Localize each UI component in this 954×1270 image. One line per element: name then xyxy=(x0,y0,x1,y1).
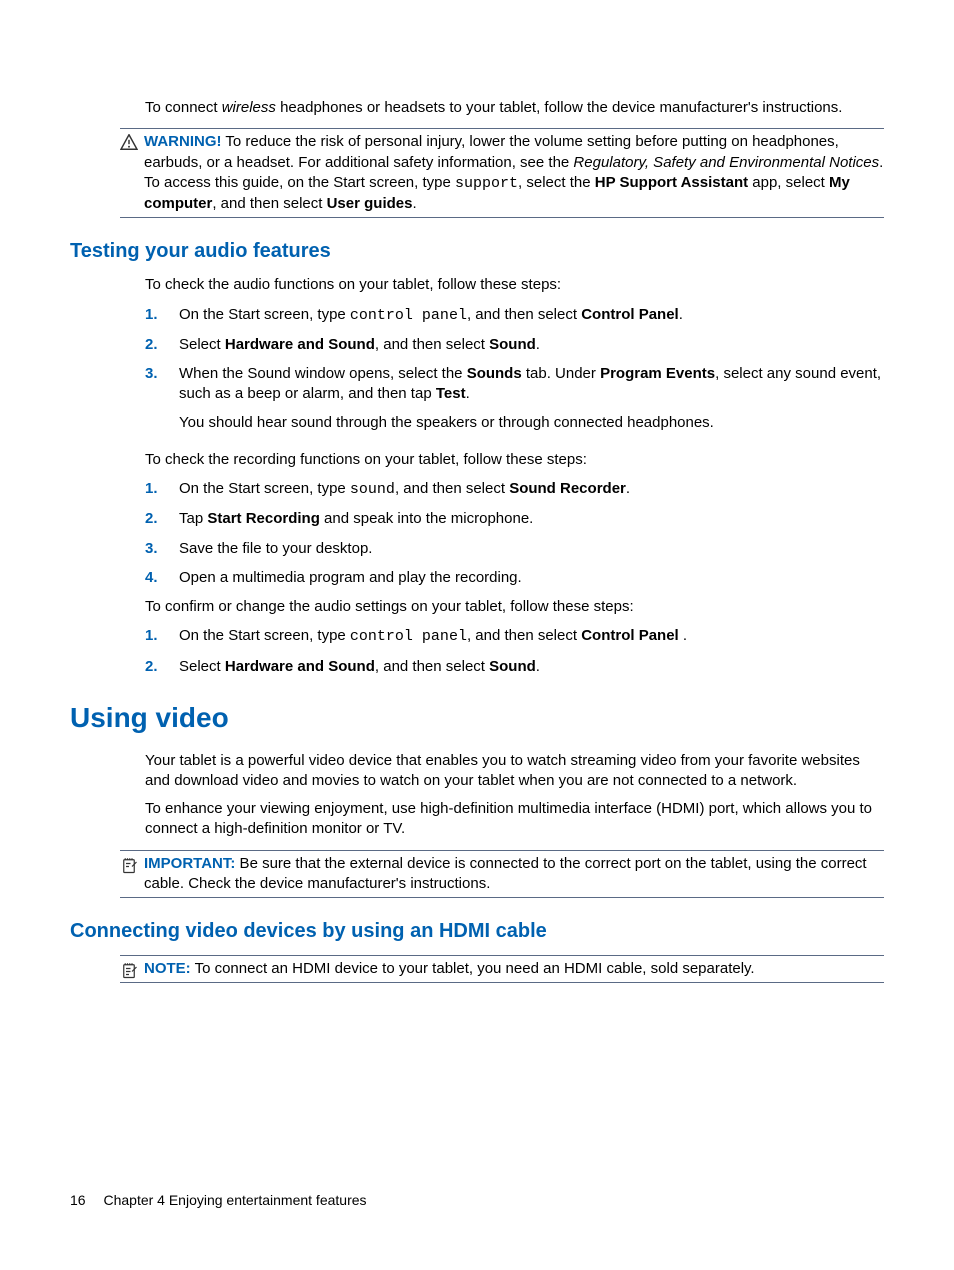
heading-connecting-hdmi: Connecting video devices by using an HDM… xyxy=(70,918,884,945)
important-callout: IMPORTANT: Be sure that the external dev… xyxy=(120,850,884,899)
note-callout: NOTE: To connect an HDMI device to your … xyxy=(120,955,884,983)
list-item: 4. Open a multimedia program and play th… xyxy=(145,568,884,588)
list-item: 3. When the Sound window opens, select t… xyxy=(145,364,884,441)
recording-check-list: 1. On the Start screen, type sound, and … xyxy=(145,479,884,588)
list-item: 1. On the Start screen, type control pan… xyxy=(145,626,884,647)
note-icon xyxy=(120,961,144,979)
list-item: 2. Select Hardware and Sound, and then s… xyxy=(145,335,884,355)
audio-check-intro: To check the audio functions on your tab… xyxy=(145,275,884,295)
heading-using-video: Using video xyxy=(70,699,884,737)
note-label: NOTE: xyxy=(144,960,191,977)
important-icon xyxy=(120,856,144,874)
video-paragraph-1: Your tablet is a powerful video device t… xyxy=(145,751,884,792)
heading-testing-audio: Testing your audio features xyxy=(70,238,884,265)
list-item: 2. Select Hardware and Sound, and then s… xyxy=(145,657,884,677)
important-label: IMPORTANT: xyxy=(144,855,235,872)
list-item: 1. On the Start screen, type sound, and … xyxy=(145,479,884,500)
warning-icon xyxy=(120,134,144,150)
recording-check-intro: To check the recording functions on your… xyxy=(145,450,884,470)
intro-paragraph: To connect wireless headphones or headse… xyxy=(145,98,884,118)
confirm-settings-list: 1. On the Start screen, type control pan… xyxy=(145,626,884,677)
chapter-title: Chapter 4 Enjoying entertainment feature… xyxy=(103,1192,366,1208)
page-number: 16 xyxy=(70,1192,86,1208)
warning-callout: WARNING! To reduce the risk of personal … xyxy=(120,128,884,218)
list-item: 2. Tap Start Recording and speak into th… xyxy=(145,509,884,529)
list-item: 3. Save the file to your desktop. xyxy=(145,539,884,559)
list-item: 1. On the Start screen, type control pan… xyxy=(145,305,884,326)
page-footer: 16 Chapter 4 Enjoying entertainment feat… xyxy=(70,1191,367,1210)
confirm-settings-intro: To confirm or change the audio settings … xyxy=(145,597,884,617)
video-paragraph-2: To enhance your viewing enjoyment, use h… xyxy=(145,799,884,840)
audio-check-list: 1. On the Start screen, type control pan… xyxy=(145,305,884,441)
warning-label: WARNING! xyxy=(144,133,222,150)
